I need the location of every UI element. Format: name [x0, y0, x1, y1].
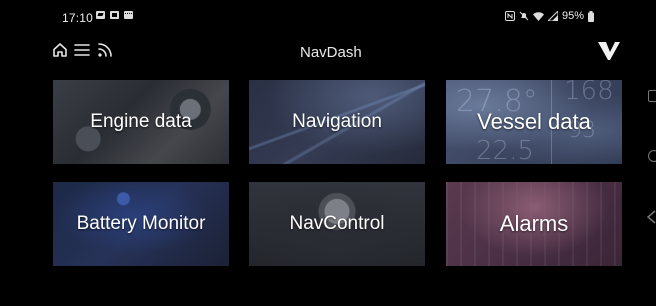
battery-monitor-tile[interactable]: Battery Monitor	[53, 182, 229, 266]
recents-icon[interactable]	[648, 90, 656, 102]
bg-number: 22.5	[476, 136, 534, 164]
tile-label: Engine data	[90, 111, 192, 132]
navigation-tile[interactable]: Navigation	[249, 80, 425, 164]
back-icon[interactable]	[646, 210, 656, 229]
navcontrol-tile[interactable]: NavControl	[249, 182, 425, 266]
tile-label: Battery Monitor	[76, 213, 206, 234]
alarms-tile[interactable]: Alarms	[446, 182, 622, 266]
tile-label: Alarms	[499, 211, 569, 236]
tile-label: Vessel data	[477, 109, 591, 134]
tile-label: Navigation	[292, 111, 382, 132]
tile-label: NavControl	[289, 213, 385, 234]
engine-data-tile[interactable]: Engine data	[53, 80, 229, 164]
home-circle-icon[interactable]	[648, 150, 656, 162]
bg-number: 168	[564, 80, 614, 106]
tile-grid: Engine data Navigation 27.8° 168 93 22.5…	[0, 0, 656, 306]
vessel-data-tile[interactable]: 27.8° 168 93 22.5 Vessel data	[446, 80, 622, 164]
system-nav	[646, 0, 656, 306]
